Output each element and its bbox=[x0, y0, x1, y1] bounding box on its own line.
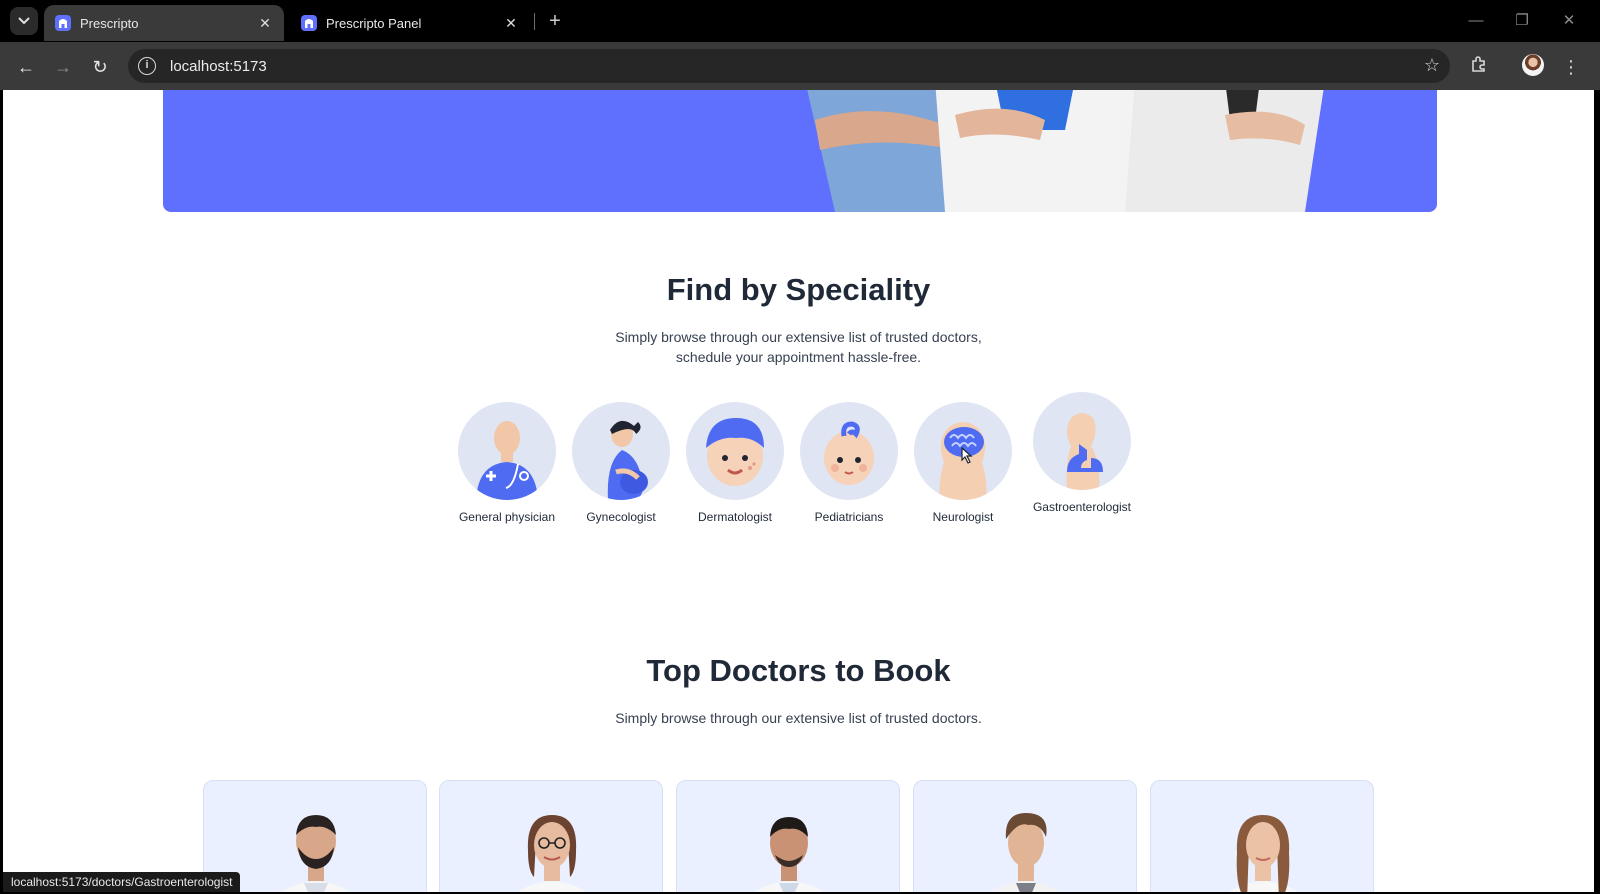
speciality-gastroenterologist[interactable]: Gastroenterologist bbox=[1022, 392, 1142, 514]
close-window-icon[interactable]: ✕ bbox=[1557, 9, 1581, 33]
back-arrow-icon[interactable]: ← bbox=[13, 54, 39, 80]
speciality-dermatologist[interactable]: Dermatologist bbox=[675, 402, 795, 524]
browser-toolbar: ← → ↻ i localhost:5173 ☆ ⋮ bbox=[0, 42, 1600, 90]
doctor-card[interactable] bbox=[439, 780, 663, 892]
speciality-label: General physician bbox=[458, 510, 556, 524]
speciality-pediatricians[interactable]: Pediatricians bbox=[789, 402, 909, 524]
close-tab-icon[interactable]: ✕ bbox=[502, 14, 520, 32]
doctor-card[interactable] bbox=[1150, 780, 1374, 892]
speciality-label: Gynecologist bbox=[586, 510, 656, 524]
forward-arrow-icon[interactable]: → bbox=[50, 54, 76, 80]
general-physician-icon bbox=[476, 421, 538, 500]
doctor-photo bbox=[282, 815, 350, 892]
bookmark-star-icon[interactable]: ☆ bbox=[1424, 55, 1440, 76]
doctor-photo bbox=[1229, 815, 1297, 892]
tab-prescripto-panel[interactable]: Prescripto Panel ✕ bbox=[290, 5, 530, 41]
link-preview-status-bar: localhost:5173/doctors/Gastroenterologis… bbox=[3, 872, 241, 892]
gynecologist-icon bbox=[607, 420, 648, 500]
prescripto-favicon-icon bbox=[301, 15, 317, 31]
doctor-photo bbox=[755, 817, 823, 892]
tab-title: Prescripto Panel bbox=[326, 15, 422, 31]
extensions-puzzle-icon[interactable] bbox=[1466, 54, 1492, 80]
address-bar-url[interactable]: localhost:5173 bbox=[170, 58, 267, 75]
page-viewport: Find by Speciality Simply browse through… bbox=[3, 90, 1594, 892]
pediatrician-icon bbox=[824, 421, 874, 485]
hero-banner bbox=[163, 90, 1437, 212]
site-info-icon[interactable]: i bbox=[138, 57, 156, 75]
doctor-card[interactable] bbox=[676, 780, 900, 892]
reload-icon[interactable]: ↻ bbox=[87, 54, 113, 80]
speciality-subtitle-line2: schedule your appointment hassle-free. bbox=[675, 349, 922, 365]
doctor-photo bbox=[518, 815, 586, 892]
tab-separator bbox=[534, 13, 535, 30]
chevron-down-icon bbox=[18, 17, 30, 25]
top-doctors-subtitle: Simply browse through our extensive list… bbox=[615, 710, 982, 726]
top-doctors-title: Top Doctors to Book bbox=[646, 653, 951, 688]
speciality-title: Find by Speciality bbox=[666, 272, 931, 307]
speciality-label: Neurologist bbox=[932, 510, 994, 524]
minimize-window-icon[interactable]: — bbox=[1464, 9, 1488, 33]
neurologist-icon bbox=[939, 422, 987, 500]
tab-search-button[interactable] bbox=[10, 7, 38, 35]
speciality-label: Pediatricians bbox=[814, 510, 884, 524]
doctor-photo bbox=[992, 813, 1060, 892]
address-bar[interactable]: i localhost:5173 ☆ bbox=[128, 49, 1450, 83]
speciality-label: Dermatologist bbox=[697, 510, 773, 524]
new-tab-icon[interactable]: + bbox=[543, 9, 567, 33]
tab-title: Prescripto bbox=[80, 15, 139, 31]
speciality-general-physician[interactable]: General physician bbox=[447, 402, 567, 524]
tab-prescripto[interactable]: Prescripto ✕ bbox=[44, 5, 284, 41]
doctor-card[interactable] bbox=[913, 780, 1137, 892]
prescripto-favicon-icon bbox=[55, 15, 71, 31]
browser-menu-icon[interactable]: ⋮ bbox=[1558, 54, 1584, 80]
hero-doctors-image bbox=[807, 90, 1324, 212]
dermatologist-icon bbox=[706, 418, 764, 486]
speciality-neurologist[interactable]: Neurologist bbox=[903, 402, 1023, 524]
restore-window-icon[interactable]: ❐ bbox=[1510, 9, 1534, 33]
speciality-subtitle-line1: Simply browse through our extensive list… bbox=[615, 329, 982, 345]
gastroenterologist-icon bbox=[1066, 413, 1103, 490]
speciality-gynecologist[interactable]: Gynecologist bbox=[561, 402, 681, 524]
speciality-label: Gastroenterologist bbox=[1032, 500, 1132, 514]
profile-avatar[interactable] bbox=[1522, 54, 1544, 76]
close-tab-icon[interactable]: ✕ bbox=[256, 14, 274, 32]
browser-tab-strip: Prescripto ✕ Prescripto Panel ✕ + — ❐ ✕ bbox=[0, 0, 1600, 42]
